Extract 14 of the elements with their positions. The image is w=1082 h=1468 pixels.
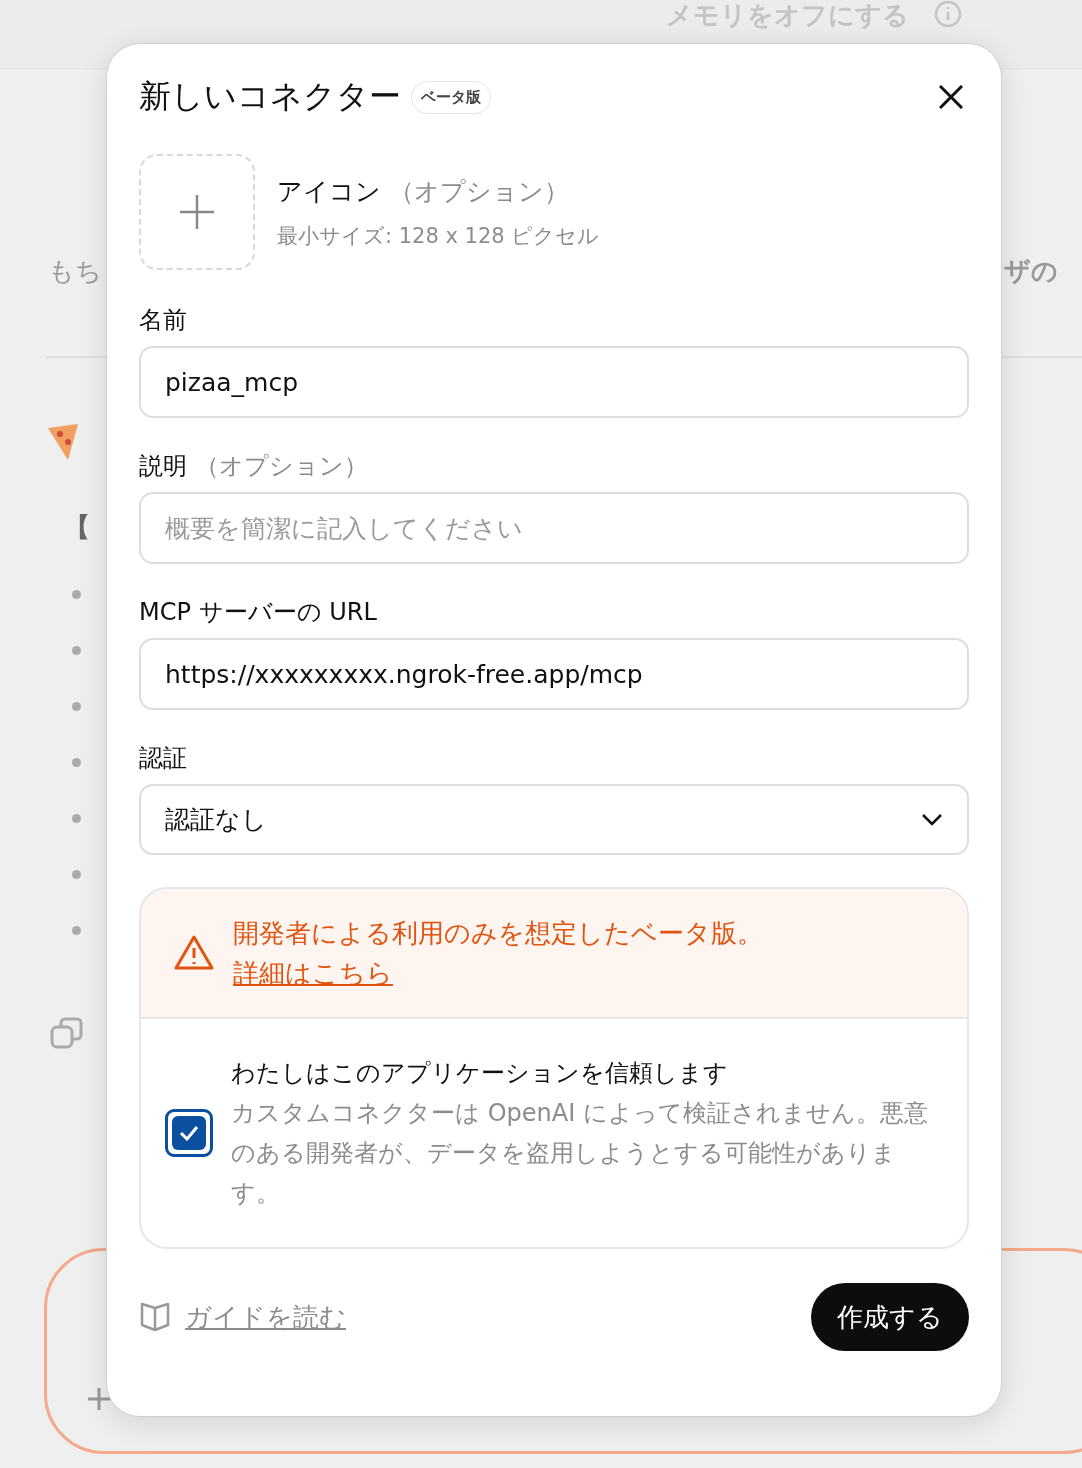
beta-badge: ベータ版 bbox=[411, 80, 491, 114]
field-label: 名前 bbox=[139, 305, 188, 336]
icon-size-hint: 最小サイズ: 128 x 128 ピクセル bbox=[277, 222, 600, 250]
heading-text: もち bbox=[48, 255, 102, 288]
field-label: 説明 （オプション） bbox=[139, 451, 369, 482]
field-label: 認証 bbox=[139, 743, 188, 774]
field-label: MCP サーバーの URL bbox=[139, 597, 378, 628]
body-text: 【 bbox=[64, 511, 90, 544]
warning-text: 開発者による利用のみを想定したベータ版。 詳細はこちら bbox=[233, 917, 764, 990]
trust-label: わたしはこのアプリケーションを信頼します bbox=[231, 1058, 729, 1089]
dialog-title: 新しいコネクター bbox=[139, 76, 401, 117]
icon-label: アイコン （オプション） bbox=[277, 175, 570, 208]
trust-description: カスタムコネクターは OpenAI によって検証されません。悪意のある開発者が、データを盗用しようとする可能性があります。 bbox=[231, 1098, 929, 1209]
heading-text: ザの bbox=[1004, 255, 1058, 288]
